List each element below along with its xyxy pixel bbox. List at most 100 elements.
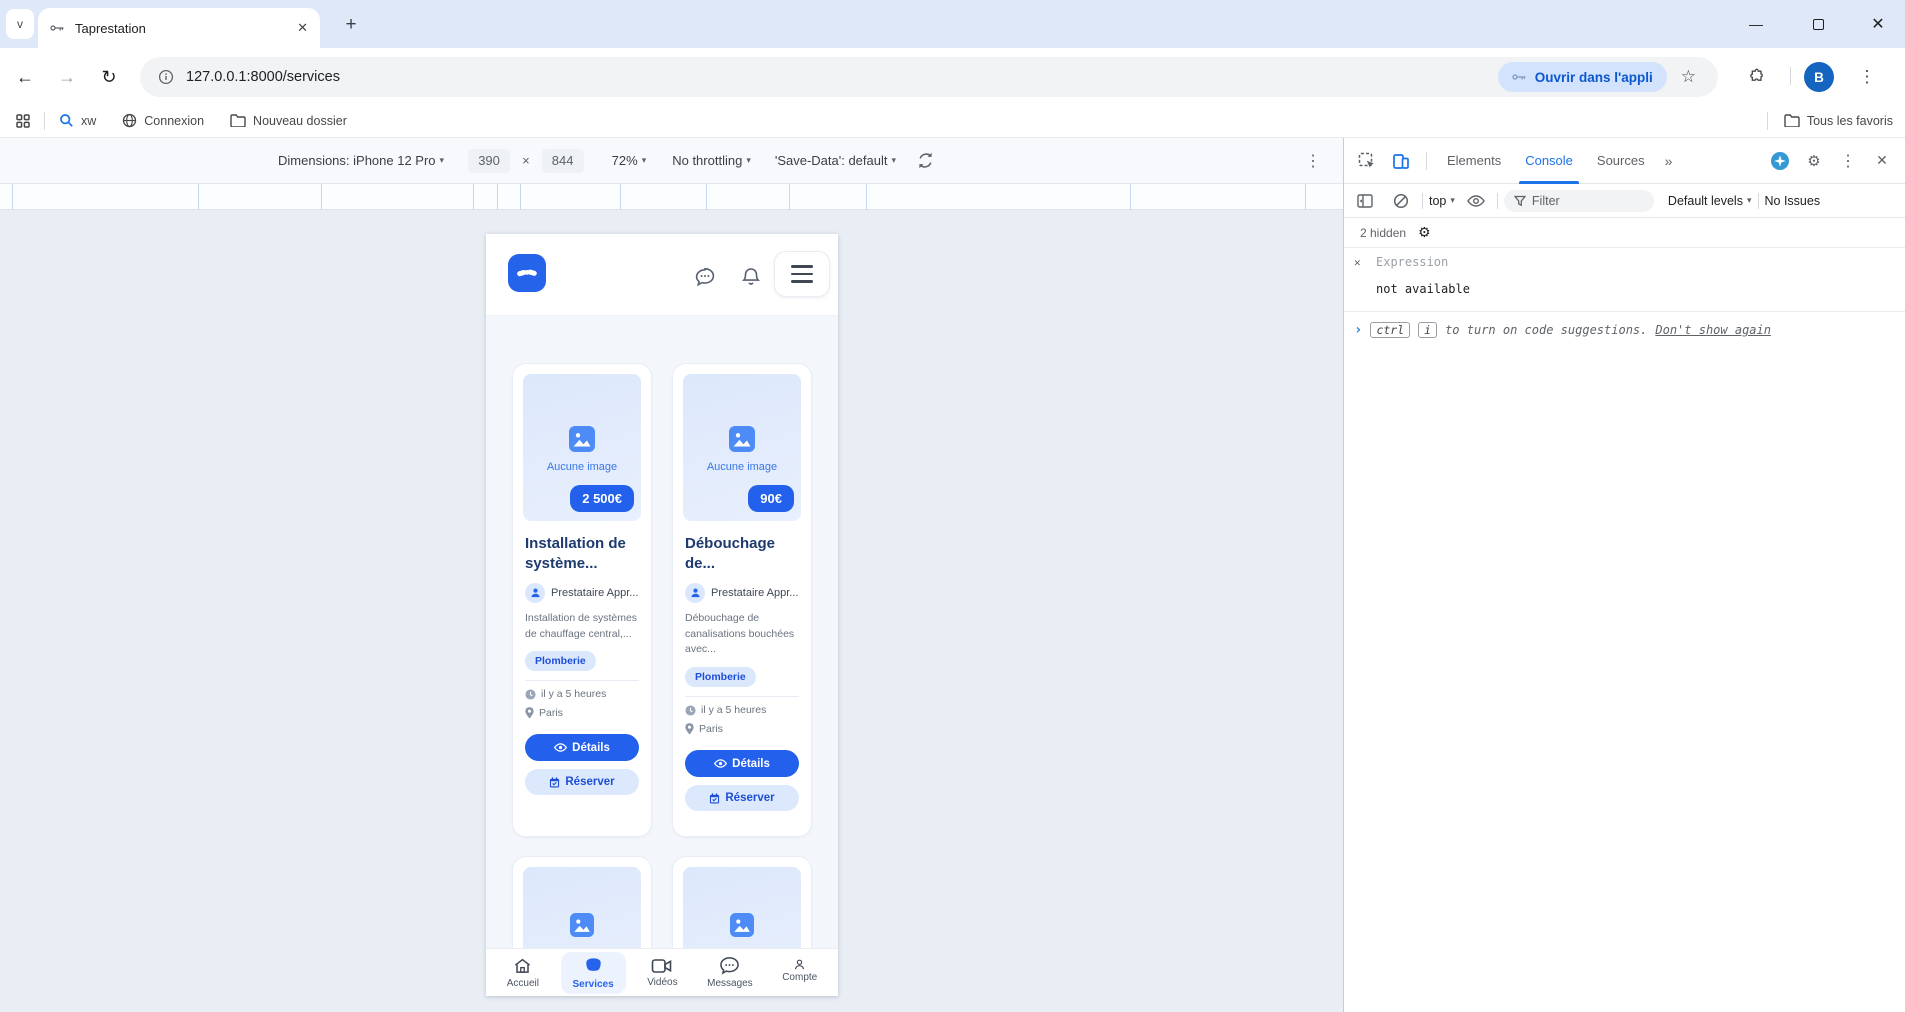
site-info-icon[interactable] (158, 69, 174, 85)
ruler-tick (620, 184, 621, 210)
apps-grid-button[interactable] (8, 114, 38, 128)
all-bookmarks-button[interactable]: Tous les favoris (1784, 114, 1893, 128)
log-levels-select[interactable]: Default levels▾ (1668, 194, 1752, 208)
url-text: 127.0.0.1:8000/services (186, 69, 1498, 85)
details-button[interactable]: Détails (525, 734, 639, 761)
new-tab-button[interactable]: + (338, 12, 364, 38)
tab-sources[interactable]: Sources (1587, 138, 1655, 184)
bookmark-folder-nouveau-dossier[interactable]: Nouveau dossier (230, 114, 347, 128)
bottom-navigation: Accueil Services Vidéos Messages Compte (486, 948, 838, 996)
nav-label: Services (573, 979, 614, 990)
ai-assistance-button[interactable] (1765, 146, 1795, 176)
rotate-viewport-button[interactable] (916, 151, 935, 170)
filter-input[interactable] (1532, 194, 1632, 208)
expression-label[interactable]: Expression (1376, 255, 1448, 269)
viewport-width-input[interactable] (468, 149, 510, 173)
profile-avatar[interactable]: B (1804, 62, 1834, 92)
zoom-select[interactable]: 72%▾ (612, 153, 647, 168)
nav-item-messages[interactable]: Messages (699, 952, 761, 993)
app-menu-button[interactable] (774, 251, 830, 297)
forward-button[interactable]: → (52, 62, 82, 92)
dropdown-caret-icon: ▾ (1747, 195, 1752, 206)
ruler-tick (789, 184, 790, 210)
nav-item-services[interactable]: Services (561, 952, 626, 994)
extensions-button[interactable] (1742, 62, 1772, 92)
browser-window: v Taprestation ✕ + — ✕ ← → ↻ 127.0.0.1:8… (0, 0, 1905, 1012)
notifications-button[interactable] (738, 264, 764, 290)
tab-console[interactable]: Console (1515, 138, 1583, 184)
viewport-height-input[interactable] (542, 149, 584, 173)
window-close-button[interactable]: ✕ (1858, 10, 1898, 38)
nav-item-compte[interactable]: Compte (774, 955, 825, 987)
devtools-tab-bar: Elements Console Sources » ⚙ ⋮ ✕ (1344, 138, 1905, 184)
dropdown-caret-icon: ▾ (1450, 195, 1455, 206)
eye-watch-button[interactable] (1461, 186, 1491, 216)
price-badge: 2 500€ (570, 485, 634, 512)
issues-counter[interactable]: No Issues (1765, 194, 1821, 208)
app-logo[interactable] (508, 254, 546, 292)
reload-button[interactable]: ↻ (94, 62, 124, 92)
ruler-tick (706, 184, 707, 210)
inspect-element-button[interactable] (1352, 146, 1382, 176)
bookmark-item-xw[interactable]: xw (59, 113, 96, 128)
tab-search-button[interactable]: v (6, 9, 34, 39)
open-in-app-label: Ouvrir dans l'appli (1535, 70, 1653, 85)
details-button[interactable]: Détails (685, 750, 799, 777)
dont-show-again-link[interactable]: Don't show again (1655, 323, 1771, 337)
handshake-icon (515, 261, 539, 285)
window-minimize-button[interactable]: — (1736, 10, 1776, 38)
console-prompt[interactable]: › ctrl i to turn on code suggestions. Do… (1344, 312, 1905, 348)
details-label: Détails (732, 758, 770, 770)
bookmark-star-icon[interactable]: ☆ (1681, 67, 1696, 87)
window-maximize-button[interactable] (1798, 10, 1838, 38)
console-settings-icon[interactable]: ⚙ (1418, 225, 1431, 241)
context-select[interactable]: top▾ (1429, 194, 1455, 208)
ruler-tick (321, 184, 322, 210)
address-bar[interactable]: 127.0.0.1:8000/services Ouvrir dans l'ap… (140, 57, 1718, 97)
image-placeholder-icon (570, 913, 594, 937)
card-divider (525, 680, 639, 681)
devtools-close-button[interactable]: ✕ (1867, 146, 1897, 176)
clear-console-button[interactable] (1386, 186, 1416, 216)
device-toolbar-toggle[interactable] (1386, 146, 1416, 176)
reserve-button[interactable]: Réserver (525, 769, 639, 795)
reserve-button[interactable]: Réserver (685, 785, 799, 811)
device-toolbar-menu-button[interactable]: ⋮ (1305, 151, 1321, 171)
calendar-icon (549, 777, 560, 788)
remove-expression-icon[interactable]: ✕ (1354, 256, 1361, 269)
ruler-tick (866, 184, 867, 210)
console-infobar: 2 hidden ⚙ (1344, 218, 1905, 248)
nav-item-videos[interactable]: Vidéos (639, 954, 685, 992)
console-sidebar-toggle[interactable] (1350, 186, 1380, 216)
nav-item-accueil[interactable]: Accueil (499, 953, 547, 993)
tab-close-icon[interactable]: ✕ (297, 20, 308, 36)
save-data-select[interactable]: 'Save-Data': default▾ (775, 153, 896, 168)
open-in-app-button[interactable]: Ouvrir dans l'appli (1498, 62, 1667, 92)
console-filter[interactable] (1504, 190, 1654, 212)
card-image-placeholder: Aucune image 90€ (683, 374, 801, 521)
puzzle-icon (1748, 68, 1766, 86)
browser-menu-button[interactable]: ⋮ (1852, 62, 1882, 92)
person-icon (690, 587, 701, 598)
devtools-settings-button[interactable]: ⚙ (1799, 146, 1829, 176)
chat-bubble-icon (693, 265, 717, 289)
image-placeholder-icon (569, 426, 595, 452)
chat-button[interactable] (692, 264, 718, 290)
tab-title: Taprestation (75, 21, 297, 36)
city-row: Paris (685, 723, 799, 735)
bookmark-label: Nouveau dossier (253, 114, 347, 128)
dimensions-times: × (522, 153, 530, 168)
browser-tab[interactable]: Taprestation ✕ (38, 8, 320, 48)
home-icon (513, 957, 532, 975)
more-tabs-button[interactable]: » (1659, 138, 1679, 184)
device-select[interactable]: Dimensions: iPhone 12 Pro▾ (278, 153, 444, 168)
service-card[interactable]: Aucune image 90€ Débouchage de... Presta… (672, 363, 812, 837)
bookmark-item-connexion[interactable]: Connexion (122, 113, 204, 128)
panel-left-icon (1357, 194, 1373, 208)
tab-elements[interactable]: Elements (1437, 138, 1511, 184)
hidden-messages-label[interactable]: 2 hidden (1360, 226, 1406, 240)
throttling-select[interactable]: No throttling▾ (672, 153, 751, 168)
service-card[interactable]: Aucune image 2 500€ Installation de syst… (512, 363, 652, 837)
devtools-menu-button[interactable]: ⋮ (1833, 146, 1863, 176)
back-button[interactable]: ← (10, 62, 40, 92)
